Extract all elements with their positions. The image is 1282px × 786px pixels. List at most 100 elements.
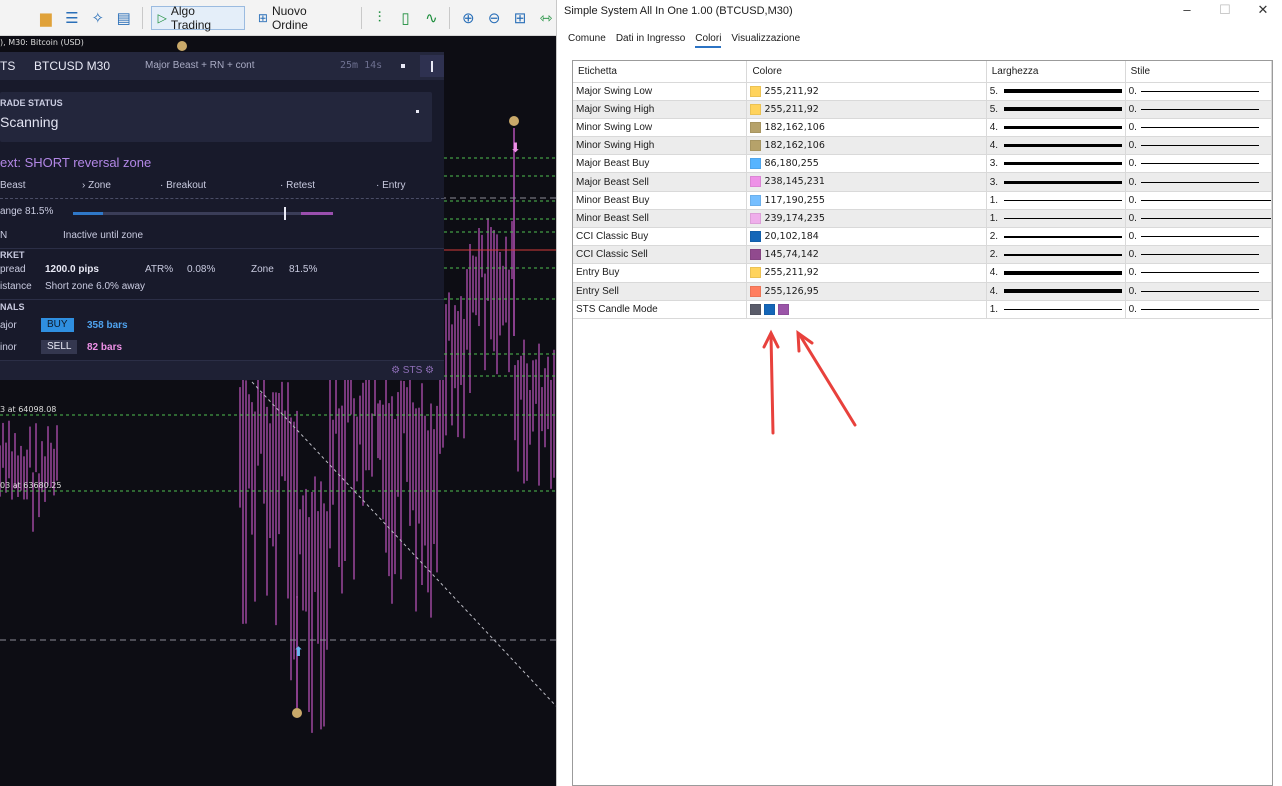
- style-cell[interactable]: 0.: [1125, 172, 1273, 192]
- width-cell[interactable]: 1.: [986, 300, 1126, 319]
- table-row[interactable]: STS Candle Mode 1. 0.: [573, 300, 1273, 319]
- color-swatch[interactable]: [750, 121, 762, 133]
- width-cell[interactable]: 2.: [986, 227, 1126, 247]
- color-cell[interactable]: 182,162,106: [746, 118, 987, 138]
- zoom-out-icon[interactable]: ⊖: [484, 8, 504, 28]
- style-cell[interactable]: 0.: [1125, 227, 1273, 247]
- color-cell[interactable]: 117,190,255: [746, 191, 987, 210]
- color-swatch[interactable]: [750, 285, 762, 297]
- style-line-preview: [1140, 181, 1259, 183]
- color-cell[interactable]: 255,211,92: [746, 263, 987, 283]
- color-swatch[interactable]: [750, 303, 762, 315]
- range-sell-segment: [301, 212, 333, 215]
- width-cell[interactable]: 4.: [986, 118, 1126, 138]
- tab-dati-in-ingresso[interactable]: Dati in Ingresso: [616, 33, 685, 48]
- color-cell[interactable]: 255,211,92: [746, 82, 987, 101]
- width-line-preview: [1003, 235, 1122, 238]
- style-cell[interactable]: 0.: [1125, 82, 1273, 101]
- swing-marker: [509, 116, 519, 126]
- width-cell[interactable]: 4.: [986, 263, 1126, 283]
- line-chart-icon[interactable]: ∿: [421, 8, 441, 28]
- market-watch-icon[interactable]: ☰: [62, 8, 82, 28]
- style-cell[interactable]: 0.: [1125, 245, 1273, 265]
- color-cell[interactable]: 239,174,235: [746, 209, 987, 229]
- style-value: 0.: [1128, 176, 1137, 188]
- color-swatch[interactable]: [750, 267, 762, 279]
- style-cell[interactable]: 0.: [1125, 154, 1273, 174]
- width-cell[interactable]: 4.: [986, 136, 1126, 156]
- color-swatch[interactable]: [764, 303, 776, 315]
- color-cell[interactable]: 86,180,255: [746, 154, 987, 174]
- style-cell[interactable]: 0.: [1125, 282, 1273, 301]
- color-swatch[interactable]: [750, 212, 762, 224]
- style-cell[interactable]: 0.: [1125, 118, 1273, 138]
- style-cell[interactable]: 0.: [1125, 263, 1273, 283]
- width-cell[interactable]: 3.: [986, 154, 1126, 174]
- bar-chart-icon[interactable]: ⫶: [370, 8, 390, 28]
- style-cell[interactable]: 0.: [1125, 209, 1273, 229]
- style-value: 0.: [1128, 231, 1137, 243]
- close-icon[interactable]: ✕: [1253, 2, 1273, 18]
- color-swatch[interactable]: [750, 103, 762, 115]
- minor-signal-badge: SELL: [41, 340, 78, 354]
- table-row[interactable]: CCI Classic Sell 145,74,142 2. 0.: [573, 245, 1273, 265]
- color-cell[interactable]: 182,162,106: [746, 136, 987, 156]
- table-row[interactable]: Minor Beast Buy 117,190,255 1. 0.: [573, 191, 1273, 210]
- zoom-in-icon[interactable]: ⊕: [458, 8, 478, 28]
- color-cell[interactable]: 255,126,95: [746, 282, 987, 301]
- chart-template-icon[interactable]: ▤: [114, 8, 134, 28]
- table-row[interactable]: Entry Sell 255,126,95 4. 0.: [573, 282, 1273, 301]
- width-cell[interactable]: 5.: [986, 100, 1126, 119]
- color-cell[interactable]: 145,74,142: [746, 245, 987, 265]
- style-cell[interactable]: 0.: [1125, 300, 1273, 319]
- width-cell[interactable]: 2.: [986, 245, 1126, 265]
- table-row[interactable]: Major Beast Buy 86,180,255 3. 0.: [573, 154, 1273, 174]
- style-cell[interactable]: 0.: [1125, 191, 1273, 210]
- color-cell[interactable]: 238,145,231: [746, 172, 987, 192]
- width-cell[interactable]: 1.: [986, 209, 1126, 229]
- table-row[interactable]: Minor Swing Low 182,162,106 4. 0.: [573, 118, 1273, 138]
- table-row[interactable]: Major Beast Sell 238,145,231 3. 0.: [573, 172, 1273, 192]
- table-row[interactable]: Minor Beast Sell 239,174,235 1. 0.: [573, 209, 1273, 229]
- table-row[interactable]: CCI Classic Buy 20,102,184 2. 0.: [573, 227, 1273, 247]
- algo-trading-button[interactable]: ▷ Algo Trading: [150, 4, 245, 32]
- autoscroll-icon[interactable]: ⇿: [536, 8, 556, 28]
- color-swatch[interactable]: [750, 85, 762, 97]
- new-order-button[interactable]: ⊞ Nuovo Ordine: [251, 4, 353, 32]
- dot-icon: [401, 64, 405, 68]
- color-swatch[interactable]: [750, 158, 762, 170]
- color-swatch[interactable]: [750, 176, 762, 188]
- width-line-preview: [1003, 253, 1122, 256]
- color-cell[interactable]: [746, 300, 987, 319]
- grid-icon[interactable]: ⊞: [510, 8, 530, 28]
- tab-comune[interactable]: Comune: [568, 33, 606, 48]
- dashboard-header: TS BTCUSD M30 Major Beast + RN + cont 25…: [0, 52, 444, 80]
- collapse-button[interactable]: [420, 55, 444, 77]
- maximize-icon[interactable]: ☐: [1215, 2, 1235, 18]
- color-cell[interactable]: 255,211,92: [746, 100, 987, 119]
- table-row[interactable]: Major Swing High 255,211,92 5. 0.: [573, 100, 1273, 119]
- color-swatch[interactable]: [750, 140, 762, 152]
- color-swatch[interactable]: [750, 249, 762, 261]
- width-cell[interactable]: 5.: [986, 82, 1126, 101]
- major-label: ajor: [0, 320, 17, 331]
- table-row[interactable]: Major Swing Low 255,211,92 5. 0.: [573, 82, 1273, 101]
- width-cell[interactable]: 4.: [986, 282, 1126, 301]
- width-cell[interactable]: 1.: [986, 191, 1126, 210]
- divider: [0, 299, 444, 300]
- candlestick-icon[interactable]: ▯: [396, 8, 416, 28]
- style-cell[interactable]: 0.: [1125, 100, 1273, 119]
- table-row[interactable]: Entry Buy 255,211,92 4. 0.: [573, 263, 1273, 283]
- color-swatch[interactable]: [778, 303, 790, 315]
- table-row[interactable]: Minor Swing High 182,162,106 4. 0.: [573, 136, 1273, 156]
- color-cell[interactable]: 20,102,184: [746, 227, 987, 247]
- tab-colori[interactable]: Colori: [695, 33, 722, 48]
- minimize-icon[interactable]: –: [1177, 2, 1197, 17]
- sparkle-icon[interactable]: ✧: [88, 8, 108, 28]
- folder-icon[interactable]: ▆: [36, 8, 56, 28]
- color-swatch[interactable]: [750, 194, 762, 206]
- tab-visualizzazione[interactable]: Visualizzazione: [731, 33, 800, 48]
- width-cell[interactable]: 3.: [986, 172, 1126, 192]
- color-swatch[interactable]: [750, 231, 762, 243]
- style-cell[interactable]: 0.: [1125, 136, 1273, 156]
